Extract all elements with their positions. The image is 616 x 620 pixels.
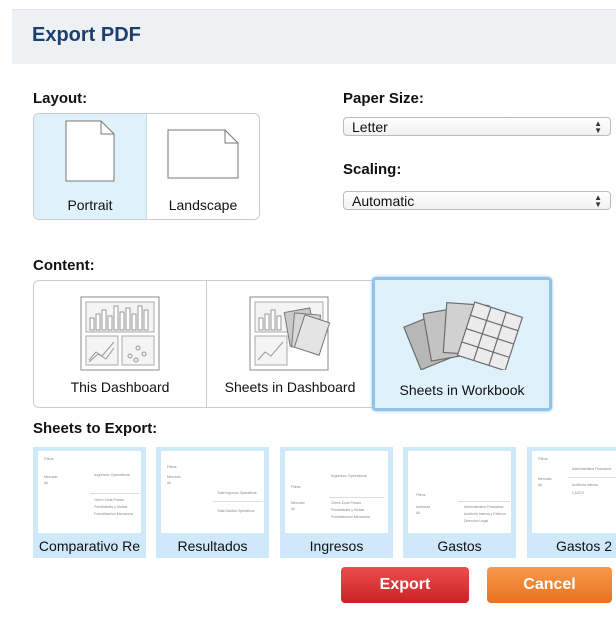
scaling-select[interactable]: Automatic ▲ ▼ [343, 191, 611, 210]
preview-text: All [416, 511, 420, 515]
dialog-header: Export PDF [12, 9, 616, 64]
content-this-dashboard-label: This Dashboard [70, 379, 170, 395]
dialog-title: Export PDF [32, 24, 141, 46]
preview-text: Cierre Zona Franco [331, 501, 362, 505]
preview-line [458, 501, 510, 502]
preview-text: Filtros [416, 493, 426, 497]
paper-size-label: Paper Size: [343, 90, 424, 107]
preview-text: All [167, 481, 171, 485]
select-arrows-icon: ▲ ▼ [594, 193, 602, 210]
paper-size-value: Letter [352, 119, 388, 135]
preview-text: Formalizacion Mercancia [331, 515, 370, 519]
preview-text: Total Gastos Operativos [217, 509, 255, 513]
scaling-label: Scaling: [343, 161, 402, 178]
preview-text: Auditoria Interna y Externa [464, 512, 506, 516]
preview-text: Total Ingresos Operativos [217, 491, 257, 495]
landscape-page-icon [167, 129, 239, 179]
content-sheets-in-workbook-label: Sheets in Workbook [399, 382, 525, 398]
layout-landscape-label: Landscape [168, 197, 238, 213]
paper-size-select[interactable]: Letter ▲ ▼ [343, 117, 611, 136]
preview-line [329, 497, 384, 498]
sheet-preview: Filtros Mercado All Administrativa Finan… [532, 451, 616, 533]
preview-text: All [538, 483, 542, 487]
preview-text: Ingresos Operativos [331, 473, 367, 478]
sheet-preview: Filtros Mercado All Total Ingresos Opera… [161, 451, 264, 533]
layout-label: Layout: [33, 90, 88, 107]
export-button[interactable]: Export [341, 567, 469, 603]
sheets-in-workbook-icon [403, 301, 524, 370]
select-arrows-icon: ▲ ▼ [594, 119, 602, 136]
preview-text: CACEX [572, 491, 585, 495]
preview-text: Mercado [167, 475, 181, 479]
layout-portrait-option[interactable]: Portrait [34, 114, 147, 219]
sheet-thumbnail[interactable]: Ingresos Operativos Filtros Mercado All … [280, 447, 393, 558]
preview-text: Filtros [538, 457, 548, 461]
preview-text: Mercado [538, 477, 552, 481]
preview-text: Mercado [44, 475, 58, 479]
preview-text: Filtros [44, 457, 54, 461]
preview-text: Actividad [416, 505, 431, 509]
sheet-label: Gastos 2 [555, 538, 612, 554]
content-sheets-in-dashboard-option[interactable]: Sheets in Dashboard [206, 281, 375, 407]
portrait-page-icon [65, 120, 115, 182]
preview-line [568, 477, 616, 478]
preview-text: Direccion Legal [464, 519, 489, 523]
preview-text: Penalidades y Multas [94, 505, 128, 509]
sheet-label: Gastos [437, 538, 482, 554]
sheet-label: Comparativo Re [38, 538, 141, 554]
preview-text: Cierre Zona Franco [94, 498, 125, 502]
preview-text: Penalidades y Multas [331, 508, 365, 512]
sheet-preview: Filtros Ingresos Operativos Mercado All … [38, 451, 141, 533]
preview-line [213, 501, 263, 502]
cancel-button[interactable]: Cancel [487, 567, 612, 603]
layout-selector: Portrait Landscape [33, 113, 260, 220]
sheet-preview: Filtros Actividad All Administrativa Fin… [408, 451, 511, 533]
sheet-preview: Ingresos Operativos Filtros Mercado All … [285, 451, 388, 533]
sheets-to-export-label: Sheets to Export: [33, 420, 158, 437]
layout-landscape-option[interactable]: Landscape [147, 114, 259, 219]
preview-text: Administrativa Financiera [464, 505, 504, 509]
preview-text: Filtros [167, 465, 177, 469]
preview-text: Auditoria Interna [572, 483, 598, 487]
sheets-in-dashboard-icon [249, 296, 331, 371]
preview-text: Filtros [291, 485, 301, 489]
preview-text: Mercado [291, 501, 305, 505]
dashboard-icon [80, 296, 160, 371]
sheet-thumbnail[interactable]: Filtros Ingresos Operativos Mercado All … [33, 447, 146, 558]
preview-text: All [44, 481, 48, 485]
sheet-thumbnail[interactable]: Filtros Mercado All Administrativa Finan… [527, 447, 616, 558]
preview-text: All [291, 507, 295, 511]
content-selector: This Dashboard Sheets in Dashboard Sheet… [33, 277, 552, 411]
layout-portrait-label: Portrait [67, 197, 113, 213]
content-sheets-in-dashboard-label: Sheets in Dashboard [224, 379, 356, 395]
sheet-thumbnail[interactable]: Filtros Actividad All Administrativa Fin… [403, 447, 516, 558]
content-label: Content: [33, 257, 95, 274]
content-sheets-in-workbook-option[interactable]: Sheets in Workbook [372, 277, 552, 411]
preview-text: Formalizacion Mercancia [94, 512, 133, 516]
sheet-thumbnail[interactable]: Filtros Mercado All Total Ingresos Opera… [156, 447, 269, 558]
content-this-dashboard-option[interactable]: This Dashboard [34, 281, 207, 407]
preview-line [90, 493, 140, 494]
preview-text: Ingresos Operativos [94, 472, 130, 477]
scaling-value: Automatic [352, 193, 415, 209]
sheet-label: Ingresos [309, 538, 364, 554]
preview-text: Administrativa Financiera [572, 467, 612, 471]
sheet-label: Resultados [177, 538, 248, 554]
